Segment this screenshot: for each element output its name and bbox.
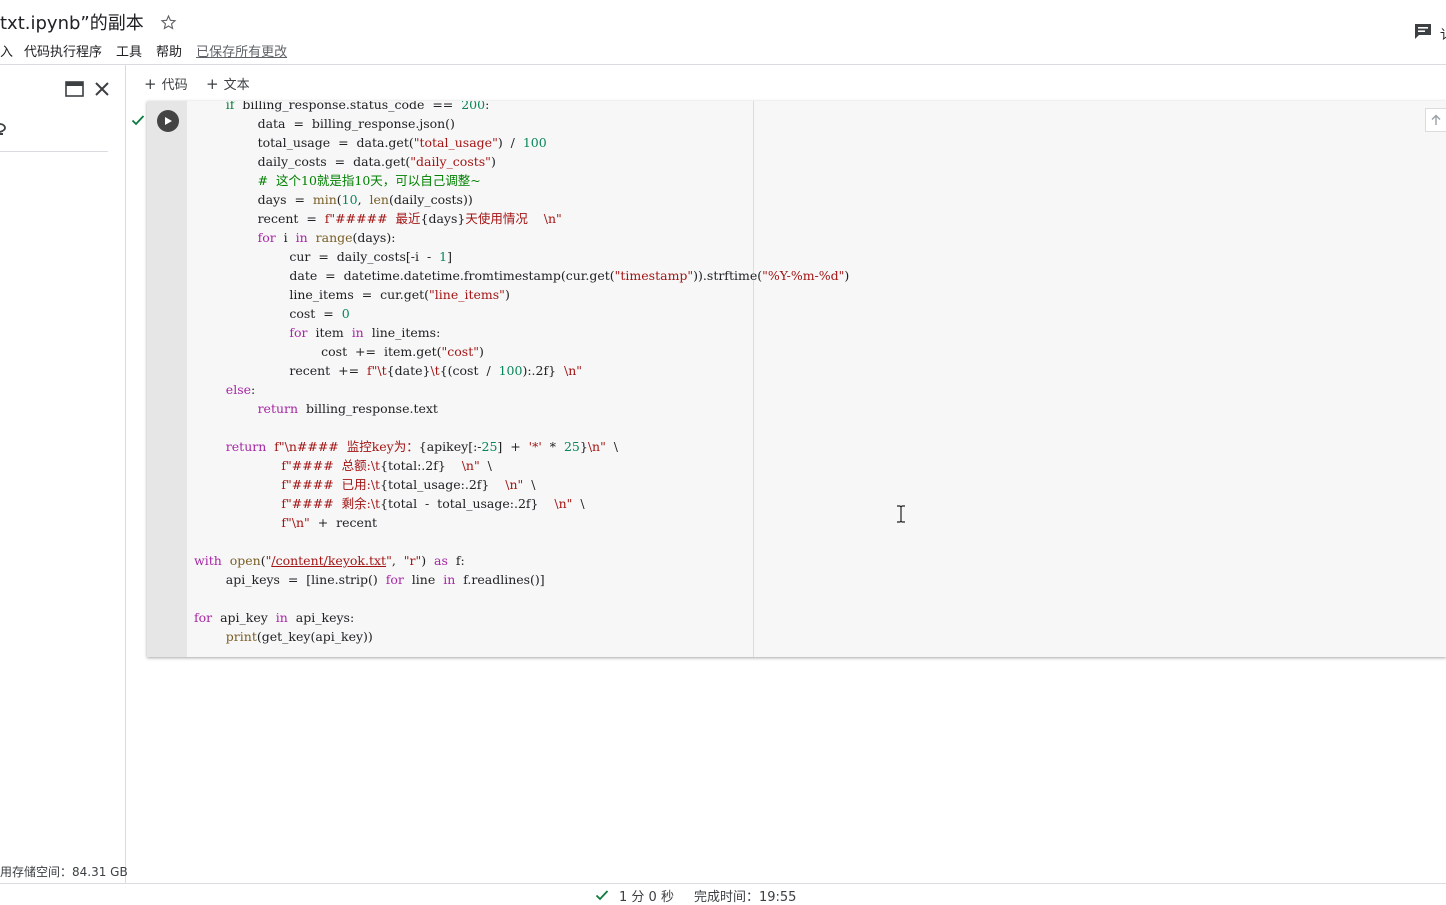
execution-completed-time: 完成时间：19:55: [694, 886, 796, 905]
code-line: [194, 534, 198, 549]
menu-insert[interactable]: 入: [0, 41, 13, 60]
code-line: daily_costs = data.get("daily_costs"): [194, 154, 496, 169]
code-line: f"\n" + recent: [194, 515, 377, 530]
code-line: f"#### 剩余:\t{total - total_usage:.2f} \n…: [194, 496, 585, 511]
menu-runtime[interactable]: 代码执行程序: [24, 41, 102, 60]
open-in-tab-icon[interactable]: [65, 81, 84, 97]
execution-elapsed-time: 1 分 0 秒: [619, 886, 674, 905]
text-cursor-icon: [895, 505, 907, 523]
code-line: recent += f"\t{date}\t{(cost / 100):.2f}…: [194, 363, 582, 378]
code-line: else:: [194, 382, 255, 397]
add-code-label: 代码: [162, 78, 188, 93]
add-code-button[interactable]: + 代码: [144, 74, 188, 93]
code-line: if billing_response.status_code == 200:: [194, 101, 489, 112]
arrow-up-icon: [1430, 114, 1442, 126]
add-text-label: 文本: [224, 78, 250, 93]
code-cell[interactable]: if billing_response.status_code == 200: …: [147, 101, 1446, 657]
code-line: # 这个10就是指10天，可以自己调整~: [194, 173, 481, 188]
code-line: for i in range(days):: [194, 230, 395, 245]
code-line: cost = 0: [194, 306, 350, 321]
code-line: f"#### 已用:\t{total_usage:.2f} \n" \: [194, 477, 535, 492]
menu-help[interactable]: 帮助: [156, 41, 182, 60]
status-divider: [0, 883, 1446, 884]
code-line: [194, 591, 198, 606]
save-status-link[interactable]: 已保存所有更改: [196, 41, 287, 60]
close-icon[interactable]: [93, 80, 111, 98]
code-line: for item in line_items:: [194, 325, 440, 340]
code-line: recent = f"##### 最近{days}天使用情况 \n": [194, 211, 562, 226]
code-line: print(get_key(api_key)): [194, 629, 373, 644]
plus-icon: +: [144, 75, 157, 93]
code-line: return billing_response.text: [194, 401, 438, 416]
panel-item-icon[interactable]: [0, 121, 6, 137]
comment-icon[interactable]: [1413, 22, 1433, 40]
code-line: date = datetime.datetime.fromtimestamp(c…: [194, 268, 849, 283]
status-bar[interactable]: 1 分 0 秒 完成时间：19:55: [595, 886, 796, 904]
execution-check-icon: [595, 889, 609, 901]
panel-divider: [0, 151, 108, 152]
notebook-toolbar: + 代码 + 文本: [126, 65, 1446, 101]
code-line: days = min(10, len(daily_costs)): [194, 192, 473, 207]
code-line: return f"\n#### 监控key为：{apikey[:-25] + '…: [194, 439, 618, 454]
play-icon: [163, 116, 173, 126]
menu-bar: 入 代码执行程序 工具 帮助 已保存所有更改: [0, 40, 287, 60]
left-panel: 用存储空间：84.31 GB: [0, 65, 126, 883]
star-icon[interactable]: [160, 13, 178, 31]
code-line: f"#### 总额:\t{total:.2f} \n" \: [194, 458, 492, 473]
title-row: txt.ipynb”的副本: [0, 8, 178, 36]
code-line: cost += item.get("cost"): [194, 344, 484, 359]
notebook-title[interactable]: txt.ipynb”的副本: [0, 9, 144, 35]
code-line: data = billing_response.json(): [194, 116, 455, 131]
add-text-button[interactable]: + 文本: [206, 74, 250, 93]
disk-storage-text: 用存储空间：84.31 GB: [0, 863, 128, 880]
code-line: for api_key in api_keys:: [194, 610, 354, 625]
code-line: api_keys = [line.strip() for line in f.r…: [194, 572, 545, 587]
move-cell-up-button[interactable]: [1425, 108, 1446, 132]
code-line: line_items = cur.get("line_items"): [194, 287, 510, 302]
code-editor[interactable]: if billing_response.status_code == 200: …: [194, 101, 849, 646]
code-line: total_usage = data.get("total_usage") / …: [194, 135, 547, 150]
code-line: cur = daily_costs[-i - 1]: [194, 249, 452, 264]
code-line: with open("/content/keyok.txt", "r") as …: [194, 553, 465, 568]
cell-success-check-icon: [131, 111, 145, 123]
code-line: [194, 420, 198, 435]
run-cell-button[interactable]: [157, 110, 179, 132]
comment-label-truncated[interactable]: 讠: [1440, 24, 1446, 43]
plus-icon: +: [206, 75, 219, 93]
menu-tools[interactable]: 工具: [116, 41, 142, 60]
cell-gutter: [147, 101, 187, 657]
